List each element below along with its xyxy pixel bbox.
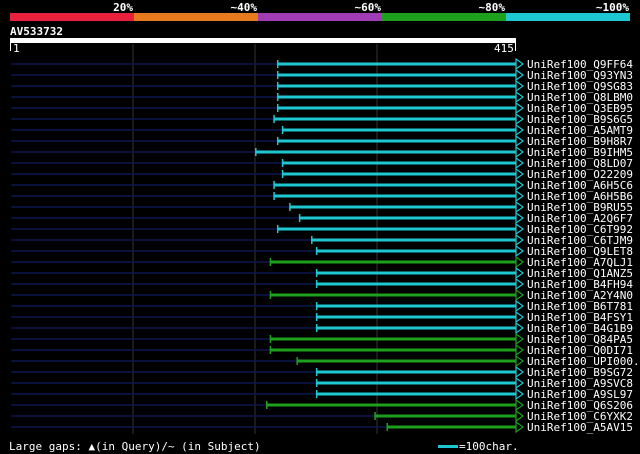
hit-arrow-icon: [515, 288, 525, 302]
hit-arrow-icon: [515, 145, 525, 159]
hit-arrow-icon: [515, 90, 525, 104]
hit-arrow-icon: [515, 376, 525, 390]
hit-arrow-icon: [515, 68, 525, 82]
hit-arrow-icon: [515, 387, 525, 401]
hit-name-link[interactable]: UniRef100_A5AV15: [527, 422, 633, 433]
hit-arrow-icon: [515, 420, 525, 434]
hit-arrow-icon: [515, 277, 525, 291]
hit-arrow-icon: [515, 222, 525, 236]
hit-arrow-icon: [515, 233, 525, 247]
hit-arrow-icon: [515, 123, 525, 137]
hit-arrow-icon: [515, 310, 525, 324]
hit-arrow-icon: [515, 332, 525, 346]
hit-arrow-icon: [515, 398, 525, 412]
hit-arrow-icon: [515, 79, 525, 93]
hit-arrow-icon: [515, 211, 525, 225]
scale-label: =100char.: [459, 440, 519, 453]
hit-arrow-icon: [515, 299, 525, 313]
hit-arrow-icon: [515, 156, 525, 170]
hit-arrow-icon: [515, 266, 525, 280]
hit-arrow-icon: [515, 343, 525, 357]
hit-arrow-icon: [515, 57, 525, 71]
hit-arrow-icon: [515, 101, 525, 115]
hit-arrow-icon: [515, 244, 525, 258]
hit-arrow-icon: [515, 365, 525, 379]
scale-bar: [438, 445, 458, 448]
hit-arrow-icon: [515, 255, 525, 269]
large-gaps-legend: Large gaps: ▲(in Query)/~ (in Subject): [9, 440, 261, 453]
hit-arrow-icon: [515, 354, 525, 368]
hit-arrow-icon: [515, 178, 525, 192]
hit-arrow-icon: [515, 167, 525, 181]
hit-arrow-icon: [515, 134, 525, 148]
hit-arrow-icon: [515, 189, 525, 203]
hit-arrow-icon: [515, 321, 525, 335]
hit-arrow-icon: [515, 112, 525, 126]
hit-arrow-icon: [515, 409, 525, 423]
hit-arrow-icon: [515, 200, 525, 214]
